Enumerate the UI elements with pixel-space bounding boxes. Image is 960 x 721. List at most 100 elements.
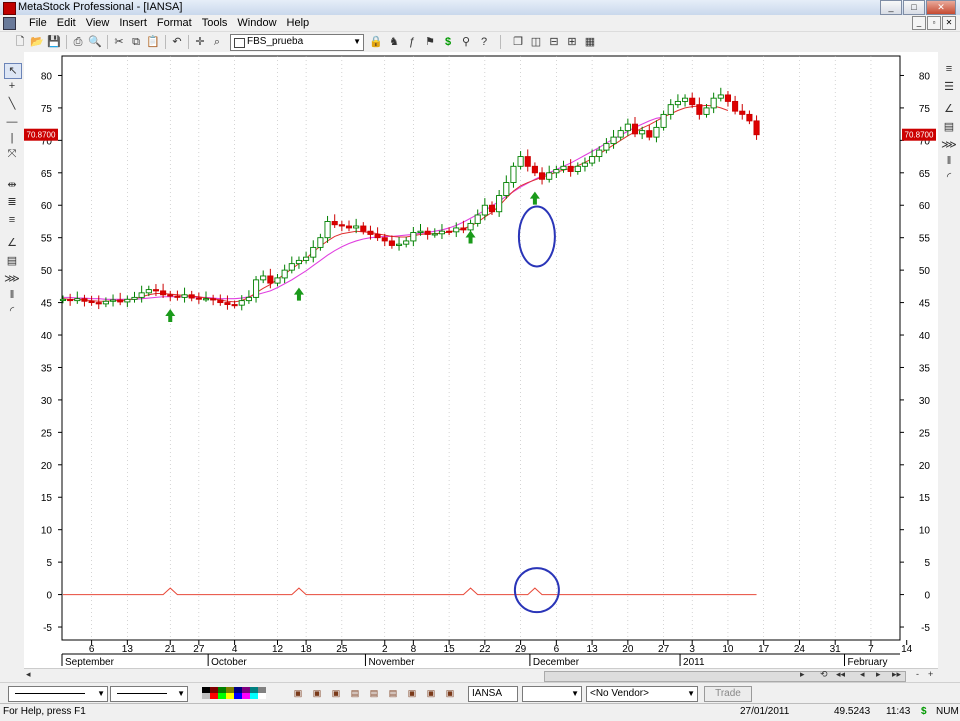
- zoom-icon[interactable]: ⌕: [209, 34, 225, 50]
- quadrant-right-icon[interactable]: ▤: [941, 120, 957, 134]
- three-line-break-icon[interactable]: ▣: [425, 687, 437, 699]
- fibonacci-icon[interactable]: ≡: [4, 213, 20, 227]
- close-button[interactable]: ✕: [926, 0, 956, 15]
- metastock-app-icon[interactable]: [3, 2, 16, 15]
- menu-format[interactable]: Format: [152, 16, 197, 30]
- new-file-icon[interactable]: 🗋: [12, 34, 28, 50]
- print-preview-icon[interactable]: 🔍: [87, 34, 103, 50]
- prev-bar-icon[interactable]: ◂: [860, 669, 865, 680]
- point-figure-icon[interactable]: ▣: [406, 687, 418, 699]
- print-icon[interactable]: ⎙: [70, 34, 86, 50]
- maximize-button[interactable]: □: [903, 0, 925, 15]
- horizontal-line-icon[interactable]: —: [4, 115, 20, 129]
- list-icon[interactable]: ≡: [941, 62, 957, 76]
- color-palette[interactable]: [202, 687, 268, 699]
- menu-help[interactable]: Help: [282, 16, 315, 30]
- renko-icon[interactable]: ▤: [387, 687, 399, 699]
- quadrant-lines-icon[interactable]: ‖: [4, 288, 20, 302]
- formula-icon[interactable]: ƒ: [404, 34, 420, 50]
- copy-icon[interactable]: ⧉: [128, 34, 144, 50]
- zoom-out-icon[interactable]: -: [916, 669, 919, 679]
- kagi-icon[interactable]: ▤: [368, 687, 380, 699]
- last-bar-icon[interactable]: ▸▸: [892, 669, 901, 680]
- vertical-line-icon[interactable]: |: [4, 131, 20, 145]
- menu-view[interactable]: View: [81, 16, 115, 30]
- price-chart[interactable]: 80 8075 7570 7065 6560 6055 5550 5045 4540 4035 35…: [24, 52, 938, 668]
- palette-swatch[interactable]: [202, 693, 210, 699]
- palette-swatch[interactable]: [210, 693, 218, 699]
- candle-style-icon[interactable]: ▣: [311, 687, 323, 699]
- pointer-icon[interactable]: ↖: [4, 63, 22, 79]
- candle-body: [245, 296, 252, 302]
- cycle-lines-icon[interactable]: ⤧: [4, 147, 20, 161]
- palette-swatch[interactable]: [218, 693, 226, 699]
- vendor-select[interactable]: <No Vendor> ▼: [586, 686, 698, 702]
- zoom-in-icon[interactable]: +: [928, 669, 933, 679]
- open-folder-icon[interactable]: 📂: [29, 34, 45, 50]
- andrews-pitchfork-icon[interactable]: ⋙: [4, 272, 20, 286]
- palette-swatch[interactable]: [226, 693, 234, 699]
- arc-right-icon[interactable]: ◜: [941, 170, 957, 184]
- scroll-right-icon[interactable]: ▸: [800, 669, 805, 680]
- bar-style-icon[interactable]: ▣: [292, 687, 304, 699]
- menu-file[interactable]: File: [24, 16, 52, 30]
- mdi-close-button[interactable]: ✕: [942, 16, 956, 30]
- security-selector[interactable]: FBS_prueba ▼: [230, 34, 364, 51]
- candlevolume-icon[interactable]: ▣: [444, 687, 456, 699]
- paste-icon[interactable]: 📋: [145, 34, 161, 50]
- refresh-icon[interactable]: ⟲: [820, 669, 828, 680]
- line-weight-select[interactable]: ▼: [110, 686, 188, 702]
- cascade-windows-icon[interactable]: ❐: [510, 34, 526, 50]
- scroll-thumb[interactable]: [544, 671, 906, 682]
- line-style-icon[interactable]: ▣: [330, 687, 342, 699]
- chart-window[interactable]: 80 80 75 75 70 70 65 65 60 60 55 55 50 50 45 45 40 40 35 35…: [24, 52, 938, 668]
- pitchfork-right-icon[interactable]: ⋙: [941, 138, 957, 152]
- tile-vertical-icon[interactable]: ◫: [528, 34, 544, 50]
- menu-insert[interactable]: Insert: [114, 16, 152, 30]
- help-cursor-icon[interactable]: ?: [476, 34, 492, 50]
- next-bar-icon[interactable]: ▸: [876, 669, 881, 680]
- explorer-icon[interactable]: ♞: [386, 34, 402, 50]
- tile-grid-icon[interactable]: ⊞: [564, 34, 580, 50]
- dollar-icon[interactable]: $: [440, 34, 456, 50]
- undo-icon[interactable]: ↶: [169, 34, 185, 50]
- equivolume-icon[interactable]: ▤: [349, 687, 361, 699]
- speed-right-icon[interactable]: ‖: [941, 154, 957, 168]
- arrange-icon[interactable]: ▦: [582, 34, 598, 50]
- save-icon[interactable]: 💾: [46, 34, 62, 50]
- scroll-left-icon[interactable]: ◂: [26, 669, 31, 680]
- palette-swatch[interactable]: [250, 693, 258, 699]
- lock-icon[interactable]: 🔒: [368, 34, 384, 50]
- palette-swatch[interactable]: [258, 693, 266, 699]
- binoculars-icon[interactable]: ⚲: [458, 34, 474, 50]
- system-tester-icon[interactable]: ⚑: [422, 34, 438, 50]
- minimize-button[interactable]: _: [880, 0, 902, 15]
- mdi-minimize-button[interactable]: _: [912, 16, 926, 30]
- trendline-icon[interactable]: ╲: [4, 97, 20, 111]
- palette-swatch[interactable]: [234, 693, 242, 699]
- raff-channel-icon[interactable]: ▤: [4, 254, 20, 268]
- tile-horizontal-icon[interactable]: ⊟: [546, 34, 562, 50]
- gann-right-icon[interactable]: ∠: [941, 102, 957, 116]
- palette-swatch[interactable]: [242, 693, 250, 699]
- menu-tools[interactable]: Tools: [197, 16, 233, 30]
- first-bar-icon[interactable]: ◂◂: [836, 669, 845, 680]
- menu-edit[interactable]: Edit: [52, 16, 81, 30]
- parallel-tool-icon[interactable]: ⇹: [4, 178, 20, 192]
- cross-cursor-icon[interactable]: +: [4, 79, 20, 93]
- periodicity-select[interactable]: ▼: [522, 686, 582, 702]
- candle-body: [388, 240, 395, 246]
- speed-lines-icon[interactable]: ≣: [4, 195, 20, 209]
- trade-button[interactable]: Trade: [704, 686, 752, 702]
- crosshair-icon[interactable]: ✛: [192, 34, 208, 50]
- symbol-field[interactable]: IANSA: [468, 686, 518, 702]
- cut-icon[interactable]: ✂: [111, 34, 127, 50]
- menu-window[interactable]: Window: [232, 16, 281, 30]
- arc-icon[interactable]: ◜: [4, 304, 20, 318]
- fibonacci-right-icon[interactable]: ☰: [941, 80, 957, 94]
- chart-horizontal-scrollbar[interactable]: ◂ ▸ ⟲ ◂◂ ◂ ▸ ▸▸ - +: [24, 668, 938, 682]
- mdi-restore-button[interactable]: ▫: [927, 16, 941, 30]
- line-style-select[interactable]: ▼: [8, 686, 108, 702]
- document-icon[interactable]: [3, 17, 16, 30]
- gann-fan-icon[interactable]: ∠: [4, 236, 20, 250]
